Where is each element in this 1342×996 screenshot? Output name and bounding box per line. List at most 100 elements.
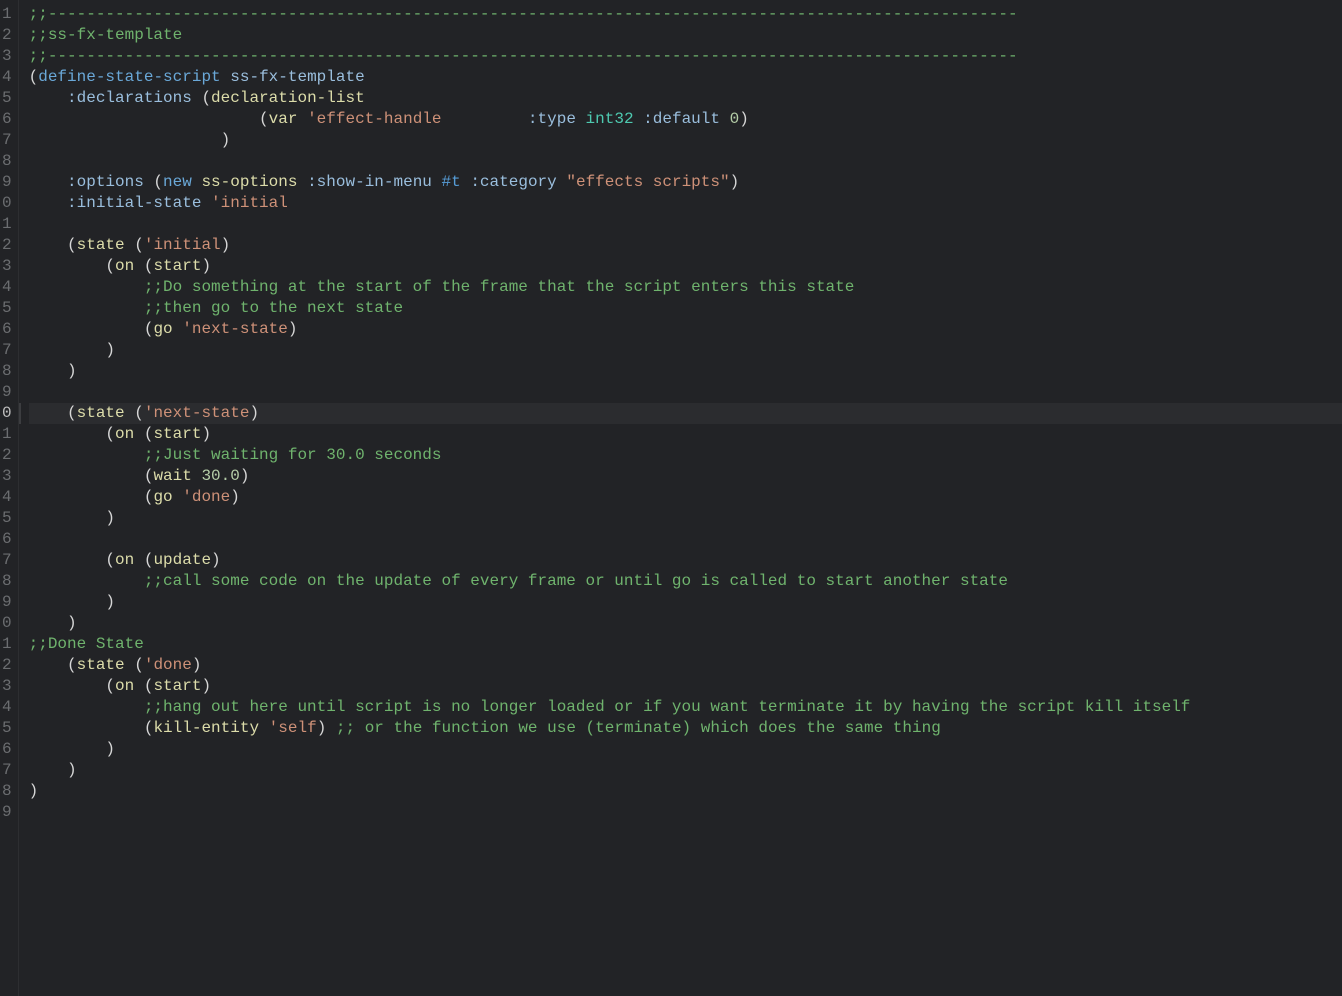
- code-line[interactable]: ;;--------------------------------------…: [29, 4, 1342, 25]
- code-line[interactable]: (define-state-script ss-fx-template: [29, 67, 1342, 88]
- code-line[interactable]: (var 'effect-handle :type int32 :default…: [29, 109, 1342, 130]
- function: on: [115, 677, 134, 695]
- line-number: 1: [2, 634, 12, 655]
- function: start: [153, 257, 201, 275]
- code-line[interactable]: [29, 151, 1342, 172]
- code-line[interactable]: (state ('initial): [29, 235, 1342, 256]
- line-number: 2: [2, 235, 12, 256]
- function: go: [153, 320, 172, 338]
- line-number: 2: [2, 445, 12, 466]
- code-line[interactable]: ;;hang out here until script is no longe…: [29, 697, 1342, 718]
- line-number: 8: [2, 781, 12, 802]
- code-line[interactable]: ;;Done State: [29, 634, 1342, 655]
- symbol-literal: 'done: [144, 656, 192, 674]
- line-number: 7: [2, 550, 12, 571]
- comment: ;;--------------------------------------…: [29, 5, 1018, 23]
- line-number: 6: [2, 739, 12, 760]
- code-line[interactable]: ): [29, 361, 1342, 382]
- keyword-arg: :type: [528, 110, 576, 128]
- line-number: 9: [2, 802, 12, 823]
- constant: #t: [442, 173, 461, 191]
- keyword-arg: :options: [67, 173, 144, 191]
- line-number: 7: [2, 130, 12, 151]
- comment: ;;hang out here until script is no longe…: [144, 698, 1191, 716]
- line-number: 1: [2, 214, 12, 235]
- line-number: 3: [2, 466, 12, 487]
- code-line[interactable]: (kill-entity 'self) ;; or the function w…: [29, 718, 1342, 739]
- code-line[interactable]: ): [29, 760, 1342, 781]
- code-line[interactable]: [29, 214, 1342, 235]
- line-number: 8: [2, 151, 12, 172]
- line-number: 5: [2, 298, 12, 319]
- comment: ;; or the function we use (terminate) wh…: [336, 719, 941, 737]
- code-line[interactable]: ): [29, 340, 1342, 361]
- line-number: 8: [2, 571, 12, 592]
- function: start: [153, 425, 201, 443]
- line-number: 4: [2, 697, 12, 718]
- function: ss-options: [201, 173, 297, 191]
- string: "effects scripts": [566, 173, 729, 191]
- code-line[interactable]: (on (update): [29, 550, 1342, 571]
- code-line[interactable]: :initial-state 'initial: [29, 193, 1342, 214]
- code-line[interactable]: (wait 30.0): [29, 466, 1342, 487]
- line-number: 5: [2, 88, 12, 109]
- symbol: ss-fx-template: [230, 68, 364, 86]
- code-line[interactable]: ): [29, 613, 1342, 634]
- line-number: 8: [2, 361, 12, 382]
- code-line[interactable]: ;;then go to the next state: [29, 298, 1342, 319]
- code-line[interactable]: (on (start): [29, 256, 1342, 277]
- code-line[interactable]: ;;--------------------------------------…: [29, 46, 1342, 67]
- code-line[interactable]: [29, 382, 1342, 403]
- code-line[interactable]: (on (start): [29, 424, 1342, 445]
- comment: ;;Just waiting for 30.0 seconds: [144, 446, 442, 464]
- symbol-literal: 'next-state: [144, 404, 250, 422]
- code-line[interactable]: ): [29, 781, 1342, 802]
- code-line[interactable]: ;;Just waiting for 30.0 seconds: [29, 445, 1342, 466]
- number: 30.0: [201, 467, 239, 485]
- code-line[interactable]: :options (new ss-options :show-in-menu #…: [29, 172, 1342, 193]
- line-number: 3: [2, 46, 12, 67]
- code-line[interactable]: :declarations (declaration-list: [29, 88, 1342, 109]
- line-number: 2: [2, 655, 12, 676]
- code-editor[interactable]: 123456789012345678901234567890123456789 …: [0, 0, 1342, 996]
- function: on: [115, 551, 134, 569]
- keyword: new: [163, 173, 192, 191]
- code-line[interactable]: ;;Do something at the start of the frame…: [29, 277, 1342, 298]
- line-number: 1: [2, 4, 12, 25]
- function: state: [77, 404, 125, 422]
- keyword-arg: :initial-state: [67, 194, 201, 212]
- line-number: 3: [2, 676, 12, 697]
- line-number: 5: [2, 508, 12, 529]
- code-line[interactable]: ): [29, 592, 1342, 613]
- line-number: 2: [2, 25, 12, 46]
- line-number: 0: [2, 403, 12, 424]
- code-line[interactable]: ): [29, 508, 1342, 529]
- symbol-literal: 'self: [269, 719, 317, 737]
- code-line[interactable]: ): [29, 739, 1342, 760]
- code-line[interactable]: (state ('done): [29, 655, 1342, 676]
- function: var: [269, 110, 298, 128]
- code-line-current[interactable]: (state ('next-state): [29, 403, 1342, 424]
- code-line[interactable]: ;;call some code on the update of every …: [29, 571, 1342, 592]
- symbol-literal: 'done: [182, 488, 230, 506]
- code-line[interactable]: (go 'done): [29, 487, 1342, 508]
- keyword-arg: :category: [470, 173, 556, 191]
- keyword: define-state-script: [38, 68, 220, 86]
- code-line[interactable]: (go 'next-state): [29, 319, 1342, 340]
- code-line[interactable]: [29, 529, 1342, 550]
- code-line[interactable]: ;;ss-fx-template: [29, 25, 1342, 46]
- line-number: 0: [2, 193, 12, 214]
- keyword-arg: :declarations: [67, 89, 192, 107]
- function: declaration-list: [211, 89, 365, 107]
- line-number: 6: [2, 109, 12, 130]
- code-line[interactable]: ): [29, 130, 1342, 151]
- code-area[interactable]: ;;--------------------------------------…: [19, 0, 1342, 996]
- line-number: 7: [2, 340, 12, 361]
- line-number: 6: [2, 319, 12, 340]
- symbol-literal: 'effect-handle: [307, 110, 441, 128]
- code-line[interactable]: [29, 802, 1342, 823]
- line-number: 3: [2, 256, 12, 277]
- code-line[interactable]: (on (start): [29, 676, 1342, 697]
- comment: ;;call some code on the update of every …: [144, 572, 1008, 590]
- type: int32: [586, 110, 634, 128]
